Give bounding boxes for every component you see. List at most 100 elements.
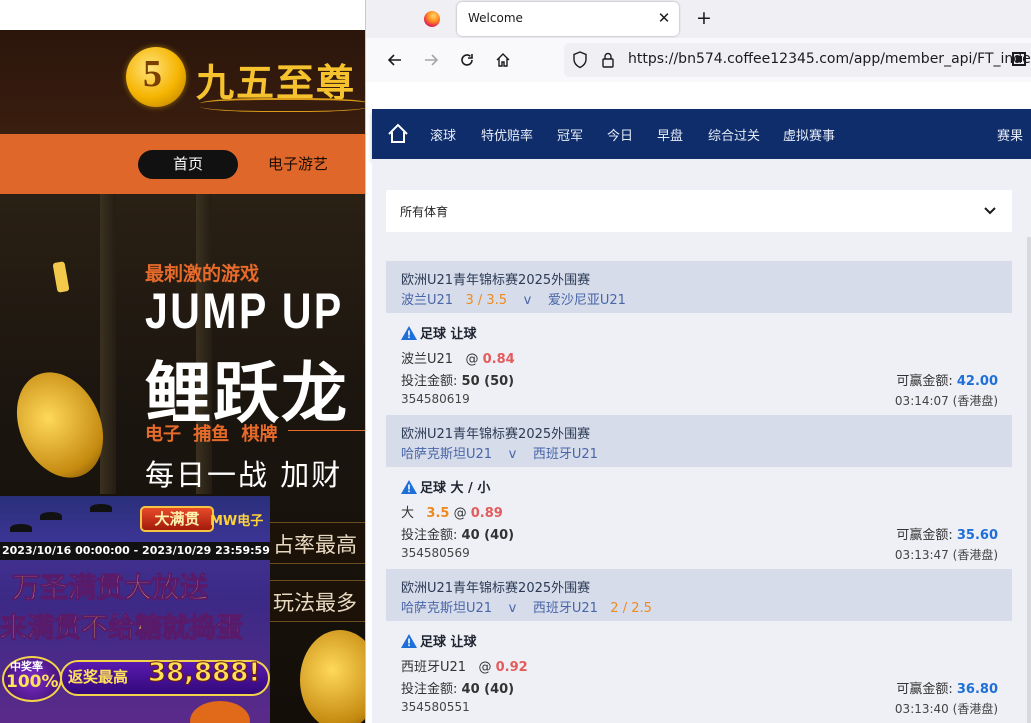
bet-card: 欧洲U21青年锦标赛2025外围赛 哈萨克斯坦U21 v 西班牙U21 足球 大… bbox=[386, 415, 1012, 565]
bet-card-header: 欧洲U21青年锦标赛2025外围赛 哈萨克斯坦U21 v 西班牙U21 bbox=[386, 415, 1012, 467]
page-content: 滚球 特优赔率 冠军 今日 早盘 综合过关 虚拟赛事 赛果 所有体育 欧洲U21… bbox=[366, 82, 1031, 723]
sport-nav-virtual[interactable]: 虚拟赛事 bbox=[783, 125, 835, 144]
reload-button[interactable] bbox=[455, 48, 479, 72]
sport-nav-results[interactable]: 赛果 bbox=[997, 125, 1023, 144]
bet-type-label: 足球 让球 bbox=[420, 635, 477, 650]
sport-nav-outright[interactable]: 冠军 bbox=[557, 125, 583, 144]
selection-line: 3.5 bbox=[426, 506, 450, 521]
potential-win: 可赢金额: 36.80 bbox=[896, 678, 998, 697]
url-bar[interactable]: https://bn574.coffee12345.com/app/member… bbox=[564, 43, 1031, 77]
away-team: 西班牙U21 bbox=[532, 447, 598, 462]
stake-label: 投注金额: bbox=[401, 682, 458, 697]
bet-time: 03:14:07 (香港盘) bbox=[894, 394, 998, 408]
home-icon[interactable] bbox=[386, 122, 410, 146]
lock-icon[interactable] bbox=[600, 51, 616, 69]
odds-prefix: @ bbox=[453, 506, 467, 521]
stake-label: 投注金额: bbox=[401, 374, 458, 389]
promo-title: 万圣满贯大放送 bbox=[11, 571, 209, 605]
bet-card: 欧洲U21青年锦标赛2025外围赛 波兰U21 3 / 3.5 v 爱沙尼亚U2… bbox=[386, 261, 1012, 411]
logo-ornament bbox=[200, 98, 365, 112]
promo-date-range: 2023/10/16 00:00:00 - 2023/10/29 23:59:5… bbox=[0, 542, 270, 560]
nav-toolbar: https://bn574.coffee12345.com/app/member… bbox=[366, 38, 1031, 82]
sport-nav: 滚球 特优赔率 冠军 今日 早盘 综合过关 虚拟赛事 赛果 bbox=[372, 109, 1031, 159]
banner-pillar bbox=[100, 194, 116, 494]
home-button[interactable] bbox=[491, 48, 515, 72]
banner-title-en: JUMP UP bbox=[145, 283, 344, 339]
feature-box[interactable]: 占率最高 bbox=[262, 522, 365, 564]
selection-name: 西班牙U21 bbox=[401, 660, 467, 675]
selection-name: 波兰U21 bbox=[401, 352, 454, 367]
away-team: 西班牙U21 bbox=[532, 601, 598, 616]
screen: 5 九五至尊 首页 电子游艺 最刺激的游戏 JUMP UP 鲤跃龙 电子 捕鱼 … bbox=[0, 0, 1031, 723]
promo-badge-value: 100% bbox=[6, 672, 59, 692]
arrow-right-icon bbox=[425, 54, 439, 66]
league-name: 欧洲U21青年锦标赛2025外围赛 bbox=[401, 273, 591, 288]
chevron-down-icon bbox=[984, 207, 996, 215]
sport-nav-special-odds[interactable]: 特优赔率 bbox=[481, 125, 533, 144]
url-text[interactable]: https://bn574.coffee12345.com/app/member… bbox=[628, 51, 1031, 67]
promo-popup[interactable]: 大满贯 MW电子 2023/10/16 00:00:00 - 2023/10/2… bbox=[0, 496, 270, 723]
odds-value: 0.89 bbox=[470, 506, 503, 521]
banner-divider bbox=[288, 430, 365, 431]
sport-nav-parlay[interactable]: 综合过关 bbox=[708, 125, 760, 144]
feature-box-label: 玩法最多 bbox=[273, 591, 357, 615]
bet-card-body: 足球 大 / 小 大 3.5 @ 0.89 投注金额: 40 (40) 可赢金额… bbox=[386, 467, 1012, 565]
match-teams: 哈萨克斯坦U21 v 西班牙U21 2 / 2.5 bbox=[401, 597, 652, 616]
tab-welcome[interactable]: Welcome ✕ bbox=[457, 2, 679, 36]
stake-value: 40 (40) bbox=[461, 682, 515, 697]
bat-icon bbox=[90, 504, 112, 512]
site-nav-games[interactable]: 电子游艺 bbox=[268, 150, 328, 179]
site-nav-home[interactable]: 首页 bbox=[138, 150, 238, 179]
scrollbar[interactable] bbox=[1027, 237, 1031, 723]
stake-value: 50 (50) bbox=[461, 374, 515, 389]
tab-firefox[interactable] bbox=[414, 2, 454, 36]
stake-label: 投注金额: bbox=[401, 528, 458, 543]
bet-selection: 波兰U21 @ 0.84 bbox=[401, 348, 515, 367]
new-tab-button[interactable]: + bbox=[692, 6, 716, 30]
bet-card-body: 足球 让球 波兰U21 @ 0.84 投注金额: 50 (50) 可赢金额: 4… bbox=[386, 313, 1012, 411]
bet-type: 足球 大 / 小 bbox=[401, 477, 490, 496]
bet-time: 03:13:40 (香港盘) bbox=[894, 702, 998, 716]
promo-brand: 大满贯 bbox=[140, 506, 214, 532]
bet-type: 足球 让球 bbox=[401, 323, 477, 342]
stake-value: 40 (40) bbox=[461, 528, 515, 543]
promo-rebate-amount: 38,888! bbox=[147, 658, 261, 689]
back-button[interactable] bbox=[383, 48, 407, 72]
home-icon bbox=[496, 53, 510, 67]
sport-nav-today[interactable]: 今日 bbox=[607, 125, 633, 144]
bet-time: 03:13:47 (香港盘) bbox=[894, 548, 998, 562]
bet-card-header: 欧洲U21青年锦标赛2025外围赛 哈萨克斯坦U21 v 西班牙U21 2 / … bbox=[386, 569, 1012, 621]
sport-select[interactable]: 所有体育 bbox=[386, 190, 1012, 232]
arrow-left-icon bbox=[387, 54, 401, 66]
handicap: 2 / 2.5 bbox=[610, 601, 652, 616]
bet-selection: 大 3.5 @ 0.89 bbox=[401, 502, 503, 521]
match-teams: 哈萨克斯坦U21 v 西班牙U21 bbox=[401, 443, 598, 462]
sport-nav-early[interactable]: 早盘 bbox=[657, 125, 683, 144]
warning-icon bbox=[401, 326, 417, 340]
selection-name: 大 bbox=[401, 506, 415, 521]
banner-categories: 电子 捕鱼 棋牌 bbox=[145, 424, 278, 445]
qr-code-icon[interactable] bbox=[1012, 52, 1026, 66]
promo-brand-sub: MW电子 bbox=[210, 514, 264, 529]
firefox-icon bbox=[424, 11, 440, 27]
shield-icon[interactable] bbox=[572, 51, 588, 69]
bet-type: 足球 让球 bbox=[401, 631, 477, 650]
potential-win: 可赢金额: 35.60 bbox=[896, 524, 998, 543]
bat-icon bbox=[10, 524, 32, 532]
bet-card-body: 足球 让球 西班牙U21 @ 0.92 投注金额: 40 (40) 可赢金额: … bbox=[386, 621, 1012, 719]
warning-icon bbox=[401, 480, 417, 494]
vs-label: v bbox=[508, 447, 517, 462]
forward-button[interactable] bbox=[419, 48, 443, 72]
background-top-strip bbox=[0, 0, 365, 30]
feature-box-label: 占率最高 bbox=[273, 533, 357, 557]
sport-nav-inplay[interactable]: 滚球 bbox=[430, 125, 456, 144]
vs-label: v bbox=[508, 601, 517, 616]
ticket-id: 354580619 bbox=[401, 392, 470, 406]
feature-box[interactable]: 玩法最多 bbox=[262, 580, 365, 622]
stake: 投注金额: 40 (40) bbox=[401, 524, 514, 543]
odds-value: 0.92 bbox=[495, 660, 528, 675]
league-name: 欧洲U21青年锦标赛2025外围赛 bbox=[401, 581, 591, 596]
bet-type-label: 足球 大 / 小 bbox=[420, 481, 491, 496]
close-icon[interactable]: ✕ bbox=[656, 9, 672, 27]
win-label: 可赢金额: bbox=[896, 682, 953, 697]
